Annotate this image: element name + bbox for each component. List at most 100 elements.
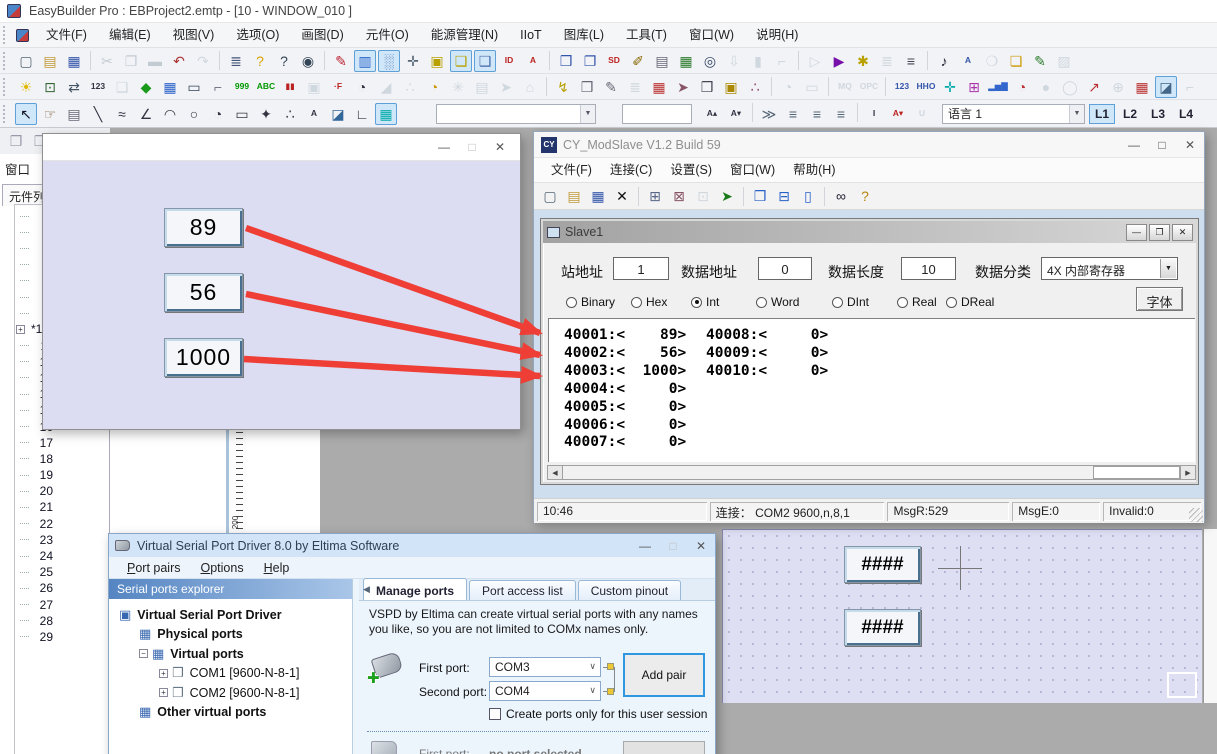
data-table-icon[interactable]: ▦ (675, 50, 697, 72)
sd-card-icon[interactable]: SD (603, 50, 625, 72)
radio-real[interactable]: Real (897, 295, 937, 309)
second-port-combo[interactable]: COM4∨ (489, 681, 601, 701)
font-button[interactable]: 字体 (1136, 287, 1183, 311)
help-icon[interactable]: ? (249, 50, 271, 72)
window-tree-item-20[interactable]: 20 (15, 483, 109, 499)
simulation-titlebar[interactable]: — □ ✕ (43, 134, 520, 161)
language-combo[interactable]: 语言 1▼ (942, 104, 1085, 124)
function-key-icon[interactable]: ⌐ (207, 76, 229, 98)
minimize-icon[interactable]: — (430, 138, 458, 156)
numeric-display-widget[interactable]: #### (844, 546, 921, 583)
package-icon[interactable]: ▣ (720, 76, 742, 98)
printer-icon[interactable]: ❒ (696, 76, 718, 98)
new-file-icon[interactable]: ▢ (539, 185, 561, 207)
window-tree-item-19[interactable]: 19 (15, 467, 109, 483)
vspd-menu-help[interactable]: Help (254, 561, 300, 575)
help-icon[interactable]: ? (854, 185, 876, 207)
window-tree-item-29[interactable]: 29 (15, 629, 109, 645)
export-window-icon[interactable]: ❐ (579, 50, 601, 72)
connect-icon[interactable]: ➤ (716, 185, 738, 207)
save-icon[interactable]: ▦ (63, 50, 85, 72)
window-tree-item-17[interactable]: 17 (15, 435, 109, 451)
select-tool-icon[interactable]: ↖ (15, 103, 37, 125)
tile-vertical-icon[interactable]: ▯ (797, 185, 819, 207)
data-length-input[interactable]: 10 (901, 257, 956, 280)
layer-button-l4[interactable]: L4 (1173, 104, 1199, 124)
open-project-icon[interactable]: ▤ (39, 50, 61, 72)
checkbox-icon[interactable] (489, 708, 501, 720)
close-icon[interactable]: ✕ (1172, 224, 1193, 241)
numeric-display-icon[interactable]: 999 (231, 76, 253, 98)
timer-icon[interactable]: ◔ (351, 76, 373, 98)
numeric-display-widget[interactable]: #### (844, 609, 921, 646)
window-tree-item-23[interactable]: 23 (15, 532, 109, 548)
function-f-icon[interactable]: ·F (327, 76, 349, 98)
bit-lamp-icon[interactable]: ☀ (15, 76, 37, 98)
data-address-input[interactable]: 0 (758, 257, 812, 280)
pin-pointer-icon[interactable]: ➤ (672, 76, 694, 98)
pills-icon[interactable]: ∴ (744, 76, 766, 98)
tree-item-physical[interactable]: ▦Physical ports (109, 625, 352, 645)
horizontal-scrollbar[interactable]: ◀ ▶ (547, 465, 1196, 480)
build-download-icon[interactable]: ≡ (900, 50, 922, 72)
address-memo-icon[interactable]: ❑ (474, 50, 496, 72)
font-color-icon[interactable]: A▾ (887, 103, 909, 125)
disabled-action-button[interactable] (623, 741, 705, 754)
align-center-icon[interactable]: ≡ (806, 103, 828, 125)
scale-tool-icon[interactable]: ∟ (351, 103, 373, 125)
selection-handle[interactable] (1167, 672, 1197, 698)
layer-button-l3[interactable]: L3 (1145, 104, 1171, 124)
word-lamp-icon[interactable]: ⊡ (39, 76, 61, 98)
barcode-icon[interactable]: ▮▮ (279, 76, 301, 98)
radio-icon[interactable] (946, 297, 957, 308)
link-delete-icon[interactable]: ⊠ (668, 185, 690, 207)
new-file-icon[interactable]: ▢ (15, 50, 37, 72)
calendar-table-icon[interactable]: ▦ (648, 76, 670, 98)
screen-search-icon[interactable]: ◎ (699, 50, 721, 72)
tree-item-com1[interactable]: +❒COM1 [9600-N-8-1] (109, 664, 352, 684)
online-simulation-icon[interactable]: ▶ (828, 50, 850, 72)
menu-d[interactable]: 画图(D) (290, 23, 354, 48)
vspd-menu-portpairs[interactable]: Port pairs (117, 561, 191, 575)
compile-icon[interactable]: ✱ (852, 50, 874, 72)
toggle-switch-icon[interactable]: ◆ (135, 76, 157, 98)
data-sampling-icon[interactable]: ❒ (576, 76, 598, 98)
font-enlarge-icon[interactable]: A▴ (701, 103, 723, 125)
tab-manage-ports[interactable]: Manage ports (363, 578, 467, 600)
draw-polyline-icon[interactable]: ∠ (135, 103, 157, 125)
scheduler-icon[interactable]: ◔ (423, 76, 445, 98)
window-tree-item-28[interactable]: 28 (15, 613, 109, 629)
window-tree-item-24[interactable]: 24 (15, 548, 109, 564)
picture-view-icon[interactable]: ◪ (1155, 76, 1177, 98)
tree-item-com2[interactable]: +❒COM2 [9600-N-8-1] (109, 683, 352, 703)
window-tree-item-18[interactable]: 18 (15, 451, 109, 467)
station-address-input[interactable]: 1 (613, 257, 669, 280)
tab-custom-pinout[interactable]: Custom pinout (578, 580, 681, 600)
grid-toggle-icon[interactable]: ░ (378, 50, 400, 72)
radio-dreal[interactable]: DReal (946, 295, 994, 309)
window-preview-icon[interactable]: ▣ (426, 50, 448, 72)
object-properties-icon[interactable]: ▤ (63, 103, 85, 125)
text-tool-icon[interactable]: A (303, 103, 325, 125)
menu-h[interactable]: 说明(H) (745, 23, 809, 48)
maximize-icon[interactable]: □ (458, 138, 486, 156)
event-log-icon[interactable]: ↯ (552, 76, 574, 98)
window-tree-item-26[interactable]: 26 (15, 580, 109, 596)
tree-item-virtual[interactable]: ▣Virtual Serial Port Driver (109, 605, 352, 625)
ascii-display-icon[interactable]: ABC (255, 76, 277, 98)
draw-spray-icon[interactable]: ∴ (279, 103, 301, 125)
draw-bezier-icon[interactable]: ≈ (111, 103, 133, 125)
state-combo[interactable]: ▼ (436, 104, 596, 124)
align-right-icon[interactable]: ≡ (830, 103, 852, 125)
tree-item-other[interactable]: ▦Other virtual ports (109, 703, 352, 723)
menu-l[interactable]: 图库(L) (553, 23, 615, 48)
ruler-guide-icon[interactable]: ▥ (354, 50, 376, 72)
text-document-icon[interactable]: ▤ (651, 50, 673, 72)
radio-icon[interactable] (756, 297, 767, 308)
radio-icon[interactable] (566, 297, 577, 308)
link-add-icon[interactable]: ⊞ (644, 185, 666, 207)
screen-button-icon[interactable]: ▦ (159, 76, 181, 98)
collapse-panel-icon[interactable]: ◀ (363, 584, 370, 595)
italic-icon[interactable]: I (863, 103, 885, 125)
draw-rect-icon[interactable]: ▭ (231, 103, 253, 125)
